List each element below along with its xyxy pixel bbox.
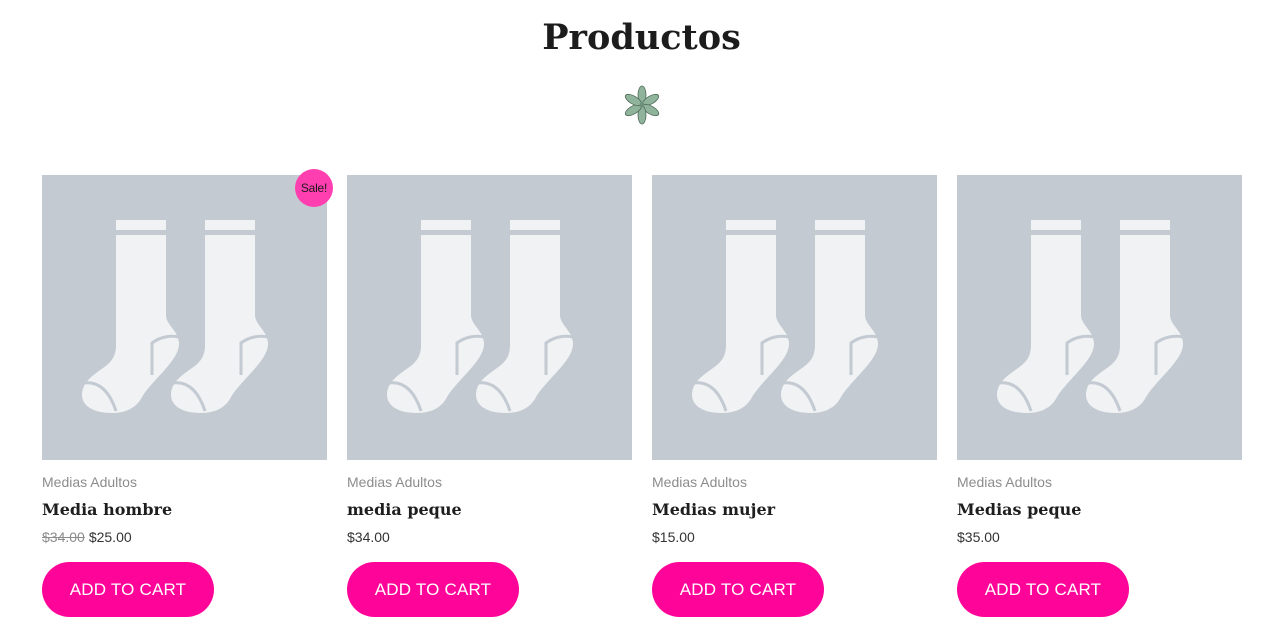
- product-name[interactable]: Medias peque: [957, 499, 1081, 521]
- product-grid: Sale! Medias Adultos Media hombre $34.00…: [42, 169, 1242, 620]
- socks-placeholder-icon: [692, 220, 879, 413]
- product-price: $34.00: [347, 529, 390, 545]
- product-category[interactable]: Medias Adultos: [347, 472, 442, 492]
- product-name[interactable]: Media hombre: [42, 499, 172, 521]
- product-category[interactable]: Medias Adultos: [42, 472, 137, 492]
- product-image[interactable]: [347, 175, 632, 460]
- socks-placeholder-icon: [387, 220, 574, 413]
- add-to-cart-button[interactable]: ADD TO CART: [347, 562, 519, 617]
- product-name[interactable]: Medias mujer: [652, 499, 775, 521]
- product-card: Medias Adultos Medias mujer $15.00 ADD T…: [652, 175, 937, 617]
- flower-icon: [624, 85, 660, 125]
- product-image[interactable]: [957, 175, 1242, 460]
- product-image[interactable]: [42, 175, 327, 460]
- add-to-cart-button[interactable]: ADD TO CART: [42, 562, 214, 617]
- product-card: Medias Adultos Medias peque $35.00 ADD T…: [957, 175, 1242, 617]
- sale-price: $25.00: [88, 529, 132, 545]
- product-category[interactable]: Medias Adultos: [957, 472, 1052, 492]
- product-image[interactable]: [652, 175, 937, 460]
- add-to-cart-button[interactable]: ADD TO CART: [652, 562, 824, 617]
- old-price: $34.00: [42, 529, 85, 545]
- product-name[interactable]: media peque: [347, 499, 462, 521]
- product-price: $34.00 $25.00: [42, 527, 132, 547]
- product-card: Medias Adultos media peque $34.00 ADD TO…: [347, 175, 632, 617]
- product-card: Sale! Medias Adultos Media hombre $34.00…: [42, 169, 333, 617]
- product-category[interactable]: Medias Adultos: [652, 472, 747, 492]
- product-price: $15.00: [652, 529, 695, 545]
- socks-placeholder-icon: [997, 220, 1184, 413]
- product-price: $35.00: [957, 529, 1000, 545]
- section-title: Productos: [542, 17, 741, 58]
- socks-placeholder-icon: [82, 220, 269, 413]
- add-to-cart-button[interactable]: ADD TO CART: [957, 562, 1129, 617]
- sale-badge: Sale!: [295, 169, 333, 207]
